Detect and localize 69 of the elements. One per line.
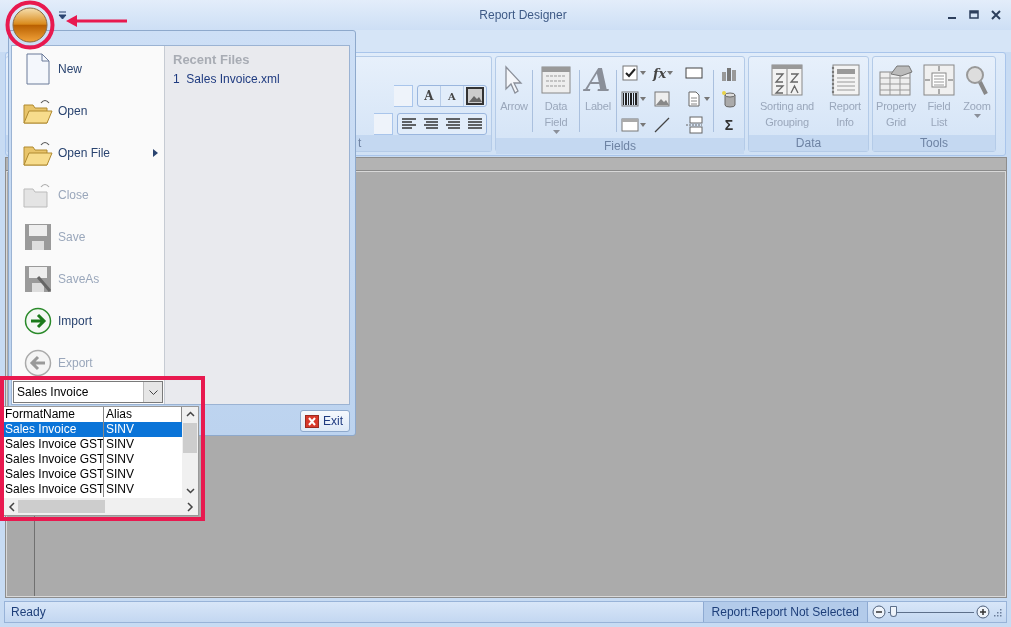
report-icon xyxy=(830,64,860,96)
zoom-in-icon[interactable] xyxy=(976,605,990,619)
recent-file[interactable]: 1 Sales Invoice.xml xyxy=(173,72,341,86)
status-text: Ready xyxy=(10,605,47,619)
picture-icon[interactable] xyxy=(653,90,671,108)
menu-item[interactable]: New xyxy=(12,48,164,90)
group-label: Data xyxy=(749,135,868,151)
document-icon xyxy=(26,53,50,85)
line-icon[interactable] xyxy=(653,116,671,134)
sort-icon xyxy=(771,64,803,96)
annotation-circle xyxy=(4,0,56,50)
font-size-field[interactable] xyxy=(394,85,413,107)
chevron-left-icon[interactable] xyxy=(8,501,16,512)
resize-grip-icon[interactable] xyxy=(992,607,1002,617)
exit-button[interactable]: Exit xyxy=(300,410,350,432)
zoom-out-icon[interactable] xyxy=(872,605,886,619)
annotation-arrow xyxy=(66,14,128,28)
caret-icon xyxy=(552,130,560,134)
label-icon: A xyxy=(585,63,611,97)
format-dropdown[interactable]: Sales Invoice xyxy=(13,381,163,403)
page-break-icon[interactable] xyxy=(685,116,703,134)
table-cell-text: SINV xyxy=(105,452,135,467)
table-cell: Sales Invoice xyxy=(4,422,104,437)
checkbox-icon[interactable] xyxy=(621,64,639,82)
table-cell-text: SINV xyxy=(105,422,135,437)
magnifier-icon xyxy=(964,64,990,96)
pointer-icon xyxy=(503,65,525,95)
chevron-down-icon xyxy=(148,389,158,395)
formula-icon[interactable]: fx xyxy=(653,65,667,81)
report-status: Report:Report Not Selected xyxy=(702,602,867,622)
close-icon xyxy=(305,414,319,428)
maximize-icon[interactable] xyxy=(969,10,979,20)
submenu-arrow-icon xyxy=(153,149,158,157)
caret-icon[interactable] xyxy=(667,71,674,75)
barcode-icon[interactable] xyxy=(621,90,639,108)
shrink-font-button[interactable]: A xyxy=(441,86,464,106)
field-list-icon xyxy=(923,64,955,96)
table-row[interactable]: Sales Invoice SINV xyxy=(4,422,182,437)
table-cell-text: SINV xyxy=(105,482,135,497)
caret-icon[interactable] xyxy=(640,97,646,101)
folder-icon xyxy=(23,139,53,167)
font-field[interactable] xyxy=(374,113,393,135)
rectangle-icon[interactable] xyxy=(685,64,703,82)
table-cell-text: SINV xyxy=(105,437,135,452)
group-label: Fields xyxy=(496,138,744,154)
sum-icon[interactable]: Σ xyxy=(724,117,734,133)
grid-icon xyxy=(879,64,913,96)
chevron-right-icon[interactable] xyxy=(186,501,194,512)
horizontal-scrollbar[interactable] xyxy=(4,498,198,515)
window-title: Report Designer xyxy=(478,8,568,22)
database-icon[interactable] xyxy=(720,90,738,108)
caret-icon[interactable] xyxy=(640,71,646,75)
caret-icon xyxy=(973,114,981,118)
caret-icon[interactable] xyxy=(704,97,710,101)
page-icon[interactable] xyxy=(685,90,703,108)
grow-font-button[interactable]: A xyxy=(418,86,441,106)
zoom-slider[interactable] xyxy=(890,606,898,617)
menu-item[interactable]: Open xyxy=(12,90,164,132)
image-icon[interactable] xyxy=(464,86,486,106)
caret-icon[interactable] xyxy=(640,123,646,127)
dropdown-icon[interactable] xyxy=(58,10,67,20)
table-cell-text: SINV xyxy=(105,467,135,482)
vertical-scrollbar[interactable] xyxy=(182,407,198,498)
folder-icon xyxy=(23,97,53,125)
close-icon[interactable] xyxy=(991,10,1001,20)
recent-files-title: Recent Files xyxy=(173,52,251,67)
menu-item[interactable]: Import xyxy=(12,300,164,342)
table-icon xyxy=(541,66,571,94)
group-label: Tools xyxy=(873,135,995,151)
